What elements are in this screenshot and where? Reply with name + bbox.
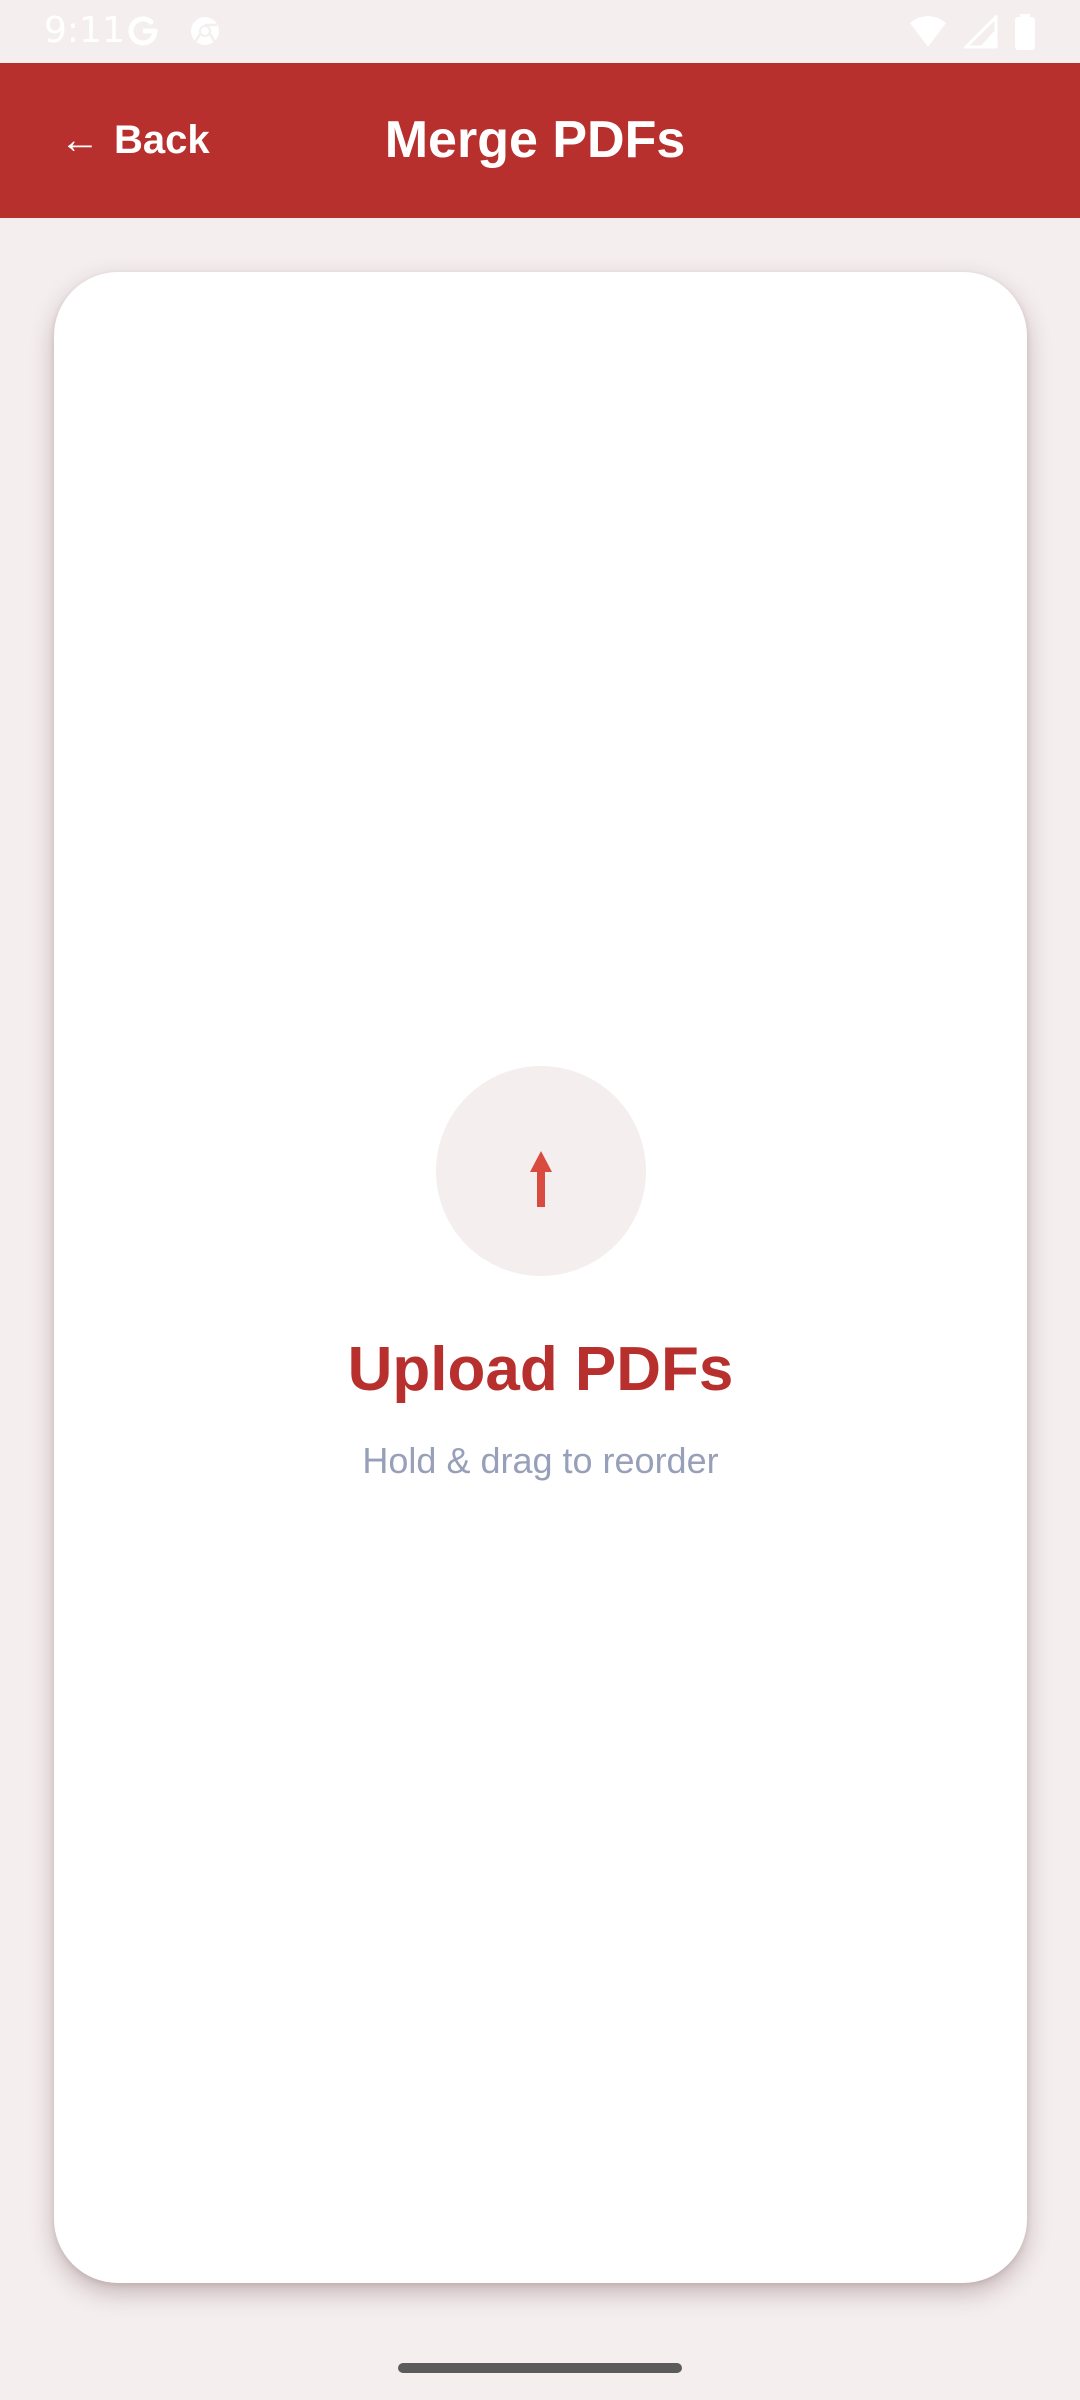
gesture-nav-handle[interactable]: [398, 2363, 682, 2373]
upload-title: Upload PDFs: [347, 1335, 734, 1404]
status-system-icons: [908, 13, 1036, 55]
cell-signal-icon: [962, 13, 998, 54]
page-title: Merge PDFs: [384, 111, 686, 169]
wifi-icon: [908, 15, 948, 54]
google-icon: [126, 14, 160, 53]
upload-arrow-icon: [436, 1151, 646, 1280]
upload-drop-zone[interactable]: Upload PDFs Hold & drag to reorder: [54, 272, 1027, 2283]
chrome-icon: [188, 14, 222, 53]
status-notification-icons: [126, 14, 222, 53]
upload-hint: Hold & drag to reorder: [362, 1440, 719, 1481]
upload-button[interactable]: [436, 1066, 646, 1276]
battery-icon: [1014, 14, 1036, 55]
status-bar: 9:11: [0, 0, 1080, 63]
status-time: 9:11: [44, 10, 125, 51]
app-bar: ← Back Merge PDFs: [0, 63, 1080, 218]
